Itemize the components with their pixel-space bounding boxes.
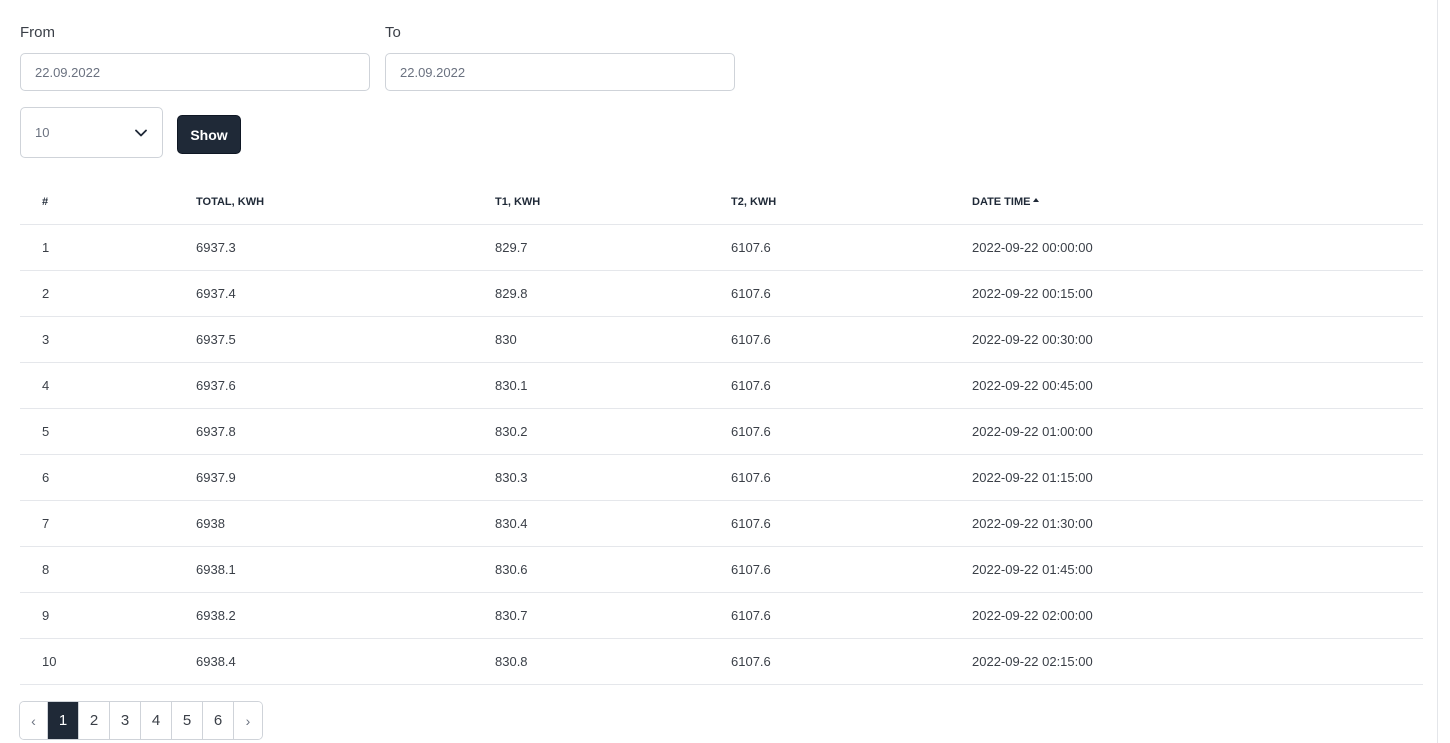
column-header-label: TOTAL, KWH xyxy=(196,196,265,208)
page-next-button[interactable]: › xyxy=(234,702,262,739)
table-cell: 829.7 xyxy=(495,240,528,255)
column-header-label: # xyxy=(42,196,49,208)
table-cell: 6937.4 xyxy=(196,286,236,301)
table-cell: 2022-09-22 00:00:00 xyxy=(972,240,1093,255)
table-row: 10 6938.4 830.8 6107.6 2022-09-22 02:15:00 xyxy=(20,639,1423,685)
table-header-row: # TOTAL, KWH T1, KWH T2, KWH DATE TIME xyxy=(20,180,1423,225)
table-cell: 2022-09-22 01:30:00 xyxy=(972,516,1093,531)
table-cell: 5 xyxy=(42,424,50,439)
table-cell: 6937.3 xyxy=(196,240,236,255)
page-prev-button[interactable]: ‹ xyxy=(20,702,48,739)
from-field: From xyxy=(20,24,370,91)
table-cell: 6937.9 xyxy=(196,470,236,485)
table-cell: 6937.8 xyxy=(196,424,236,439)
table-cell: 829.8 xyxy=(495,286,528,301)
column-header[interactable]: DATE TIME xyxy=(972,180,1040,224)
table-cell: 6938.1 xyxy=(196,562,236,577)
table-row: 2 6937.4 829.8 6107.6 2022-09-22 00:15:00 xyxy=(20,271,1423,317)
table-row: 1 6937.3 829.7 6107.6 2022-09-22 00:00:00 xyxy=(20,225,1423,271)
page-4-button[interactable]: 4 xyxy=(141,702,172,739)
table-cell: 6938.4 xyxy=(196,654,236,669)
table-cell: 2022-09-22 00:15:00 xyxy=(972,286,1093,301)
table-cell: 2022-09-22 02:15:00 xyxy=(972,654,1093,669)
table-cell: 6107.6 xyxy=(731,470,771,485)
table-cell: 6937.6 xyxy=(196,378,236,393)
table-cell: 6107.6 xyxy=(731,562,771,577)
column-header[interactable]: T1, KWH xyxy=(495,180,540,224)
page-1-button[interactable]: 1 xyxy=(48,702,79,739)
table-cell: 830.8 xyxy=(495,654,528,669)
table-cell: 830.4 xyxy=(495,516,528,531)
table-cell: 830.2 xyxy=(495,424,528,439)
table-cell: 6107.6 xyxy=(731,286,771,301)
table-cell: 830 xyxy=(495,332,517,347)
table-row: 8 6938.1 830.6 6107.6 2022-09-22 01:45:00 xyxy=(20,547,1423,593)
table-cell: 2022-09-22 00:30:00 xyxy=(972,332,1093,347)
column-header-label: T2, KWH xyxy=(731,196,777,208)
table-cell: 6 xyxy=(42,470,50,485)
column-header-label: DATE TIME xyxy=(972,196,1031,208)
table-cell: 6107.6 xyxy=(731,332,771,347)
show-button[interactable]: Show xyxy=(177,115,241,154)
table-cell: 6938 xyxy=(196,516,225,531)
to-field: To xyxy=(385,24,735,91)
from-date-input[interactable] xyxy=(20,53,370,91)
table-cell: 7 xyxy=(42,516,50,531)
page-right-border xyxy=(1437,0,1438,743)
table-cell: 2022-09-22 02:00:00 xyxy=(972,608,1093,623)
table-cell: 6107.6 xyxy=(731,608,771,623)
chevron-down-icon xyxy=(134,126,148,140)
table-cell: 3 xyxy=(42,332,50,347)
table-cell: 2022-09-22 00:45:00 xyxy=(972,378,1093,393)
readings-table: # TOTAL, KWH T1, KWH T2, KWH DATE TIME 1 6937… xyxy=(20,180,1423,685)
table-row: 6 6937.9 830.3 6107.6 2022-09-22 01:15:00 xyxy=(20,455,1423,501)
to-label: To xyxy=(385,24,401,41)
table-row: 4 6937.6 830.1 6107.6 2022-09-22 00:45:00 xyxy=(20,363,1423,409)
table-cell: 1 xyxy=(42,240,50,255)
from-label: From xyxy=(20,24,55,41)
table-row: 9 6938.2 830.7 6107.6 2022-09-22 02:00:00 xyxy=(20,593,1423,639)
table-cell: 830.6 xyxy=(495,562,528,577)
table-cell: 2022-09-22 01:00:00 xyxy=(972,424,1093,439)
table-cell: 830.3 xyxy=(495,470,528,485)
table-cell: 6938.2 xyxy=(196,608,236,623)
table-cell: 2022-09-22 01:15:00 xyxy=(972,470,1093,485)
table-cell: 6107.6 xyxy=(731,424,771,439)
to-date-input[interactable] xyxy=(385,53,735,91)
sort-ascending-icon xyxy=(1033,198,1040,202)
table-cell: 6937.5 xyxy=(196,332,236,347)
table-cell: 830.7 xyxy=(495,608,528,623)
table-cell: 4 xyxy=(42,378,50,393)
page-6-button[interactable]: 6 xyxy=(203,702,234,739)
page-5-button[interactable]: 5 xyxy=(172,702,203,739)
table-cell: 2022-09-22 01:45:00 xyxy=(972,562,1093,577)
column-header-label: T1, KWH xyxy=(495,196,541,208)
table-cell: 6107.6 xyxy=(731,240,771,255)
table-cell: 10 xyxy=(42,654,57,669)
column-header[interactable]: T2, KWH xyxy=(731,180,776,224)
table-cell: 2 xyxy=(42,286,50,301)
table-cell: 830.1 xyxy=(495,378,528,393)
page-size-select[interactable]: 10 xyxy=(20,107,163,158)
page-size-value: 10 xyxy=(35,125,50,140)
table-cell: 9 xyxy=(42,608,50,623)
page-2-button[interactable]: 2 xyxy=(79,702,110,739)
table-cell: 6107.6 xyxy=(731,654,771,669)
table-row: 7 6938 830.4 6107.6 2022-09-22 01:30:00 xyxy=(20,501,1423,547)
pagination: ‹ 1 2 3 4 5 6 › xyxy=(19,701,263,740)
table-cell: 6107.6 xyxy=(731,516,771,531)
table-row: 5 6937.8 830.2 6107.6 2022-09-22 01:00:00 xyxy=(20,409,1423,455)
table-row: 3 6937.5 830 6107.6 2022-09-22 00:30:00 xyxy=(20,317,1423,363)
table-cell: 8 xyxy=(42,562,50,577)
column-header[interactable]: # xyxy=(42,180,48,224)
table-body: 1 6937.3 829.7 6107.6 2022-09-22 00:00:00 2 69… xyxy=(20,225,1423,685)
column-header[interactable]: TOTAL, KWH xyxy=(196,180,264,224)
table-cell: 6107.6 xyxy=(731,378,771,393)
page-3-button[interactable]: 3 xyxy=(110,702,141,739)
